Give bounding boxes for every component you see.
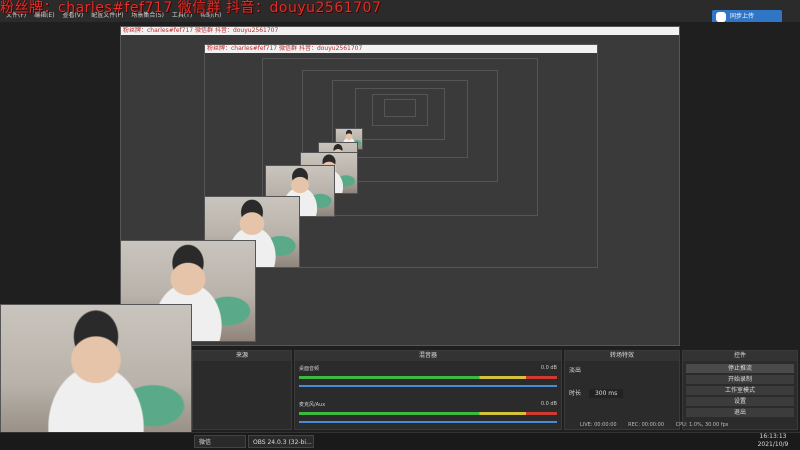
stop-streaming-button[interactable]: 停止推流 (686, 364, 794, 373)
mixer-dock: 混音器 桌面音频 0.0 dB 麦克风/Aux 0.0 dB (294, 350, 562, 430)
mixer-title: 混音器 (295, 351, 561, 361)
taskbar-obs[interactable]: OBS 24.0.3 (32-bi... (248, 435, 314, 448)
clock-time: 16:13:13 (759, 433, 787, 440)
audio-meter (299, 376, 557, 379)
sources-dock: 来源 (192, 350, 292, 430)
controls-title: 控件 (683, 351, 797, 361)
taskbar (0, 432, 800, 450)
status-bar: LIVE: 00:00:00 REC: 00:00:00 CPU: 1.0%, … (580, 422, 800, 432)
system-clock: 16:13:13 2021/10/9 (748, 433, 798, 449)
volume-slider[interactable] (299, 385, 557, 387)
clock-date: 2021/10/9 (757, 441, 789, 448)
sources-title: 来源 (193, 351, 291, 361)
settings-button[interactable]: 设置 (686, 397, 794, 406)
exit-button[interactable]: 退出 (686, 408, 794, 417)
stream-overlay-text: 粉丝牌：charles#fef717 微信群 抖音：douyu2561707 (0, 0, 382, 16)
cloud-icon (716, 12, 726, 22)
sync-upload-label: 同步上传 (730, 13, 755, 20)
audio-meter (299, 412, 557, 415)
nested-preview-title: 粉丝牌：charles#fef717 微信群 抖音：douyu2561707 (121, 27, 679, 35)
nested-preview-title: 粉丝牌：charles#fef717 微信群 抖音：douyu2561707 (205, 45, 597, 53)
webcam-main (0, 304, 192, 450)
transitions-title: 转场特效 (565, 351, 679, 361)
taskbar-wechat[interactable]: 微信 (194, 435, 246, 448)
transition-type[interactable]: 淡出 (569, 365, 675, 374)
volume-slider[interactable] (299, 421, 557, 423)
mixer-channel-label: 麦克风/Aux (299, 402, 326, 408)
live-status: LIVE: 00:00:00 (580, 422, 617, 428)
mixer-channel-db: 0.0 dB (540, 401, 557, 407)
nested-preview-8 (384, 99, 416, 117)
duration-label: 时长 (569, 390, 582, 397)
start-recording-button[interactable]: 开始录制 (686, 375, 794, 384)
transitions-dock: 转场特效 淡出 时长 300 ms (564, 350, 680, 430)
mixer-channel-mic: 麦克风/Aux 0.0 dB (299, 401, 557, 423)
rec-status: REC: 00:00:00 (628, 422, 665, 428)
cpu-status: CPU: 1.0%, 30.00 fps (675, 422, 729, 428)
mixer-channel-db: 0.0 dB (540, 365, 557, 371)
duration-input[interactable]: 300 ms (588, 389, 624, 398)
mixer-channel-desktop: 桌面音频 0.0 dB (299, 365, 557, 387)
mixer-channel-label: 桌面音频 (299, 366, 320, 372)
controls-dock: 控件 停止推流 开始录制 工作室模式 设置 退出 (682, 350, 798, 430)
studio-mode-button[interactable]: 工作室模式 (686, 386, 794, 395)
